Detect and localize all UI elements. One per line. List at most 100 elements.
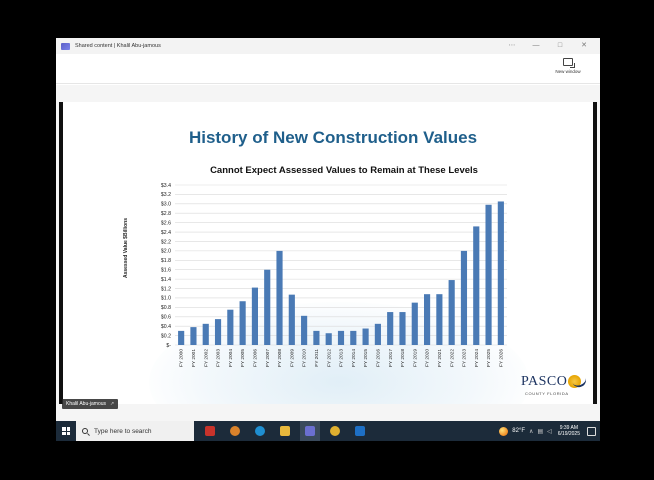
window-title: Shared content | Khalil Abu-jamous: [75, 43, 161, 49]
x-tick-label: FY 2012: [326, 349, 332, 367]
x-tick-label: FY 2009: [289, 349, 295, 367]
y-tick-label: $2.8: [161, 211, 171, 217]
maximize-icon[interactable]: □: [548, 38, 572, 54]
bar-fy-2012: [325, 333, 332, 345]
bar-fy-2018: [399, 312, 406, 345]
y-tick-label: $1.4: [161, 277, 171, 283]
y-tick-label: $3.2: [161, 192, 171, 198]
taskbar-outlook-button[interactable]: [350, 421, 370, 441]
x-tick-label: FY 2004: [228, 349, 234, 367]
start-button[interactable]: [56, 421, 76, 441]
chrome-icon: [330, 426, 340, 436]
x-tick-label: FY 2001: [191, 349, 197, 367]
bar-chart: $- $0.2 $0.4 $0.6 $0.8 $1.0 $1.2 $1.4 $1.6 $1.8 $2…: [123, 183, 507, 367]
bar-fy-2000: [178, 330, 185, 345]
windows-taskbar: Type here to search 82°F ∧ ▤ ◁ 9:39 AM 6…: [56, 421, 600, 441]
x-tick-label: FY 2023: [462, 349, 468, 367]
y-tick-label: $0.6: [161, 315, 171, 321]
teams-icon: [305, 426, 315, 436]
y-tick-label: $3.0: [161, 202, 171, 208]
y-tick-label: $1.2: [161, 286, 171, 292]
bar-fy-2021: [436, 294, 443, 345]
search-icon: [82, 428, 88, 434]
bar-fy-2007: [264, 269, 271, 345]
presentation-slide: History of New Construction Values Canno…: [59, 102, 597, 404]
weather-temperature[interactable]: 82°F: [512, 428, 525, 434]
y-tick-label: $2.2: [161, 239, 171, 245]
bar-fy-2009: [288, 294, 295, 345]
notification-icon[interactable]: [587, 426, 596, 436]
x-tick-label: FY 2016: [375, 349, 381, 367]
presenter-name-tag: Khalil Abu-jamous ↗: [62, 399, 119, 409]
bar-fy-2014: [350, 330, 357, 345]
x-tick-label: FY 2007: [265, 349, 271, 367]
y-axis-label: Assessed Value $Billions: [123, 218, 129, 278]
pasco-county-logo: PASCO COUNTY FLORIDA: [519, 374, 591, 400]
bar-fy-2025: [485, 204, 492, 345]
taskbar-file-explorer-button[interactable]: [275, 421, 295, 441]
y-tick-label: $2.4: [161, 230, 171, 236]
x-tick-label: FY 2018: [400, 349, 406, 367]
bar-fy-2023: [460, 250, 468, 345]
bar-fy-2019: [411, 302, 418, 345]
taskbar-browser-button[interactable]: [225, 421, 245, 441]
minimize-icon[interactable]: —: [524, 38, 548, 54]
bar-fy-2006: [251, 287, 258, 345]
taskbar-start-app-button[interactable]: [200, 421, 220, 441]
bar-fy-2008: [276, 250, 283, 345]
taskbar-edge-button[interactable]: [250, 421, 270, 441]
bar-fy-2003: [214, 319, 222, 345]
outlook-icon: [355, 426, 365, 436]
edge-icon: [255, 426, 265, 436]
teams-app-icon: [61, 42, 70, 50]
y-tick-label: $2.6: [161, 220, 171, 226]
new-window-label: New window: [555, 69, 581, 74]
y-tick-label: $3.4: [161, 183, 171, 189]
x-tick-label: FY 2005: [240, 349, 246, 367]
bar-fy-2024: [473, 226, 480, 345]
chart-x-axis: FY 2000 FY 2001 FY 2002 FY 2003 FY 2004 FY 20…: [179, 349, 505, 367]
title-bar: Shared content | Khalil Abu-jamous ⋯ — □…: [56, 38, 600, 54]
taskbar-clock[interactable]: 9:39 AM 6/19/2025: [558, 425, 580, 437]
x-tick-label: FY 2024: [474, 349, 480, 367]
weather-icon[interactable]: [499, 426, 509, 436]
x-tick-label: FY 2006: [253, 349, 259, 367]
y-tick-label: $1.0: [161, 296, 171, 302]
x-tick-label: FY 2013: [339, 349, 345, 367]
pin-icon[interactable]: ↗: [110, 399, 114, 409]
x-tick-label: FY 2021: [437, 349, 443, 367]
windows-logo-icon: [62, 427, 70, 435]
share-toolbar: New window: [56, 54, 600, 84]
logo-subtitle: COUNTY FLORIDA: [525, 391, 569, 396]
taskbar-chrome-button[interactable]: [325, 421, 345, 441]
shared-screen-area: History of New Construction Values Canno…: [56, 85, 600, 421]
x-tick-label: FY 2026: [498, 349, 504, 367]
logo-wordmark: PASCO: [521, 374, 568, 389]
bar-fy-2013: [337, 330, 345, 345]
bar-fy-2022: [448, 280, 455, 345]
bar-fy-2020: [424, 294, 431, 345]
clock-date: 6/19/2025: [557, 431, 580, 437]
x-tick-label: FY 2000: [179, 349, 185, 367]
volume-icon[interactable]: ◁: [547, 428, 552, 435]
y-tick-label: $0.2: [161, 333, 171, 339]
new-window-button[interactable]: New window: [548, 58, 588, 80]
y-tick-label: $1.6: [161, 268, 171, 274]
taskbar-apps: [200, 421, 375, 441]
bar-fy-2001: [190, 327, 197, 345]
close-icon[interactable]: ✕: [572, 38, 596, 54]
start-app-icon: [205, 426, 215, 436]
y-tick-label: $-: [166, 343, 171, 349]
bar-fy-2004: [227, 309, 234, 345]
taskbar-teams-button[interactable]: [300, 421, 320, 441]
x-tick-label: FY 2017: [388, 349, 394, 367]
x-tick-label: FY 2002: [203, 349, 209, 367]
x-tick-label: FY 2022: [449, 349, 455, 367]
x-tick-label: FY 2020: [425, 349, 431, 367]
chevron-up-icon[interactable]: ∧: [529, 428, 533, 435]
bar-fy-2011: [313, 330, 320, 345]
x-tick-label: FY 2010: [302, 349, 308, 367]
network-icon[interactable]: ▤: [537, 428, 543, 435]
more-options-icon[interactable]: ⋯: [500, 38, 524, 54]
taskbar-search-box[interactable]: Type here to search: [76, 421, 194, 441]
